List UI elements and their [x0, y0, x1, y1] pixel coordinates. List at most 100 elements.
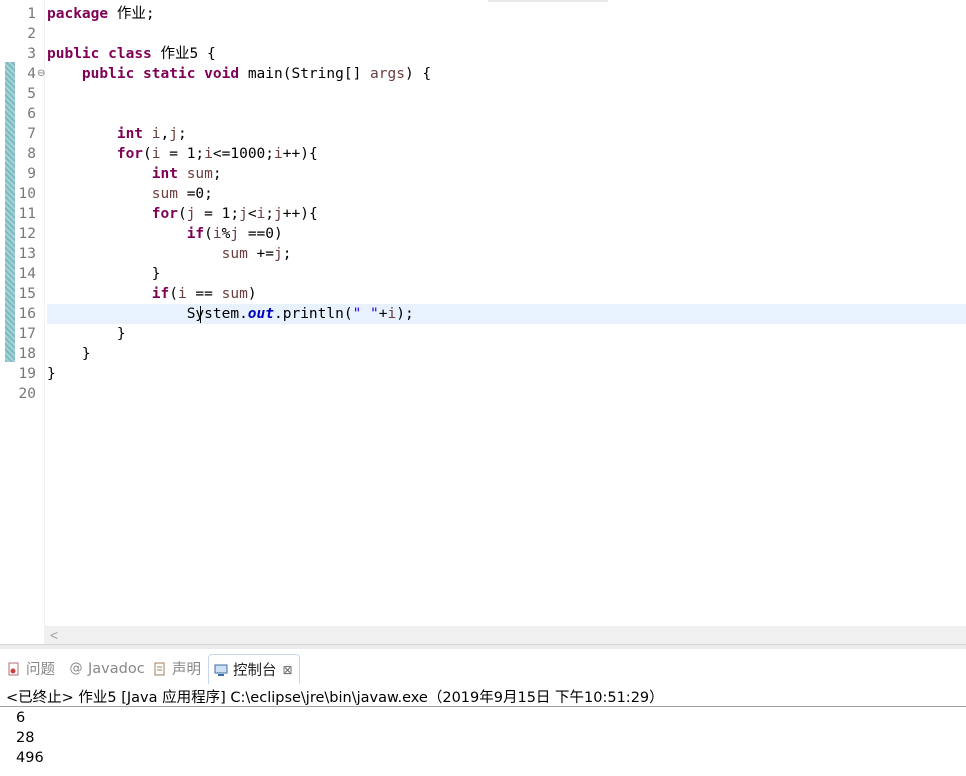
code-line[interactable]: 7 int i,j;	[0, 124, 966, 144]
code-line[interactable]: 18 }	[0, 344, 966, 364]
console-output[interactable]: 6 28 496	[16, 708, 956, 768]
code-line[interactable]: 9 int sum;	[0, 164, 966, 184]
code-token: }	[47, 326, 126, 342]
code-text[interactable]: int i,j;	[47, 125, 187, 143]
code-token: ,	[160, 126, 170, 142]
code-text[interactable]: package 作业;	[47, 5, 155, 23]
code-line[interactable]: 11 for(j = 1;j<i;j++){	[0, 204, 966, 224]
code-line[interactable]: 15 if(i == sum)	[0, 284, 966, 304]
code-token: ++){	[282, 206, 318, 222]
code-token: ;	[265, 206, 275, 222]
code-text[interactable]: sum +=j;	[47, 245, 292, 263]
code-text[interactable]: sum =0;	[47, 185, 213, 203]
declaration-icon	[152, 661, 168, 677]
console-icon	[213, 662, 229, 678]
line-number: 11	[18, 206, 36, 222]
code-text[interactable]: System.out.println(" "+i);	[47, 305, 414, 323]
line-number: 17	[18, 326, 36, 342]
variable-token: i	[151, 146, 161, 162]
code-line[interactable]: 12 if(i%j ==0)	[0, 224, 966, 244]
code-token: +=	[247, 246, 275, 262]
code-line[interactable]: 3 public class 作业5 {	[0, 44, 966, 64]
console-status-header: <已终止> 作业5 [Java 应用程序] C:\eclipse\jre\bin…	[0, 684, 966, 706]
code-token: );	[396, 306, 414, 322]
tab-console-label: 控制台	[233, 663, 277, 679]
code-line[interactable]: 17 }	[0, 324, 966, 344]
code-line[interactable]: 13 sum +=j;	[0, 244, 966, 264]
code-text[interactable]: for(i = 1;i<=1000;i++){	[47, 145, 318, 163]
code-text[interactable]: }	[47, 265, 161, 283]
code-token: (	[204, 226, 213, 242]
tab-console[interactable]: 控制台 ⊠	[208, 654, 300, 684]
console-divider	[0, 706, 966, 707]
console-output-line: 28	[16, 730, 35, 746]
line-number: 1	[27, 6, 36, 22]
code-token: 作业	[116, 6, 146, 22]
code-line[interactable]: 14 }	[0, 264, 966, 284]
code-line[interactable]: 16 System.out.println(" "+i);	[19, 304, 966, 324]
tab-javadoc-label: Javadoc	[88, 660, 145, 677]
field-token: out	[247, 306, 274, 322]
code-line[interactable]: 2	[0, 24, 966, 44]
variable-token: i	[256, 206, 266, 222]
keyword-token: int	[116, 126, 144, 142]
editor-panel-divider[interactable]	[0, 644, 966, 649]
code-line[interactable]: 19}	[0, 364, 966, 384]
keyword-token: for	[151, 206, 178, 222]
code-line[interactable]: 5	[0, 84, 966, 104]
line-number: 6	[27, 106, 36, 122]
code-line[interactable]: 10 sum =0;	[0, 184, 966, 204]
tab-javadoc[interactable]: @ Javadoc	[68, 654, 145, 683]
code-text[interactable]: }	[47, 345, 91, 363]
code-token: =0;	[177, 186, 213, 202]
variable-token: sum	[186, 166, 213, 182]
line-number: 12	[18, 226, 36, 242]
code-editor[interactable]: 1 package 作业; 2 3 public class 作业5 {4 ⊖ publi…	[0, 0, 966, 649]
fold-collapse-icon[interactable]: ⊖	[37, 65, 45, 83]
code-text[interactable]: }	[47, 365, 56, 383]
close-icon[interactable]: ⊠	[283, 663, 293, 677]
code-line[interactable]: 4 ⊖ public static void main(String[] args…	[0, 64, 966, 84]
line-number: 4	[27, 66, 36, 82]
code-text[interactable]: }	[47, 325, 126, 343]
code-line[interactable]: 1 package 作业;	[0, 4, 966, 24]
code-text[interactable]: if(i%j ==0)	[47, 225, 283, 243]
code-token: ;	[177, 126, 187, 142]
console-panel: 问题 @ Javadoc 声明 控制台 ⊠ <已终止> 作业5 [Java 应用…	[0, 652, 966, 776]
at-icon: @	[69, 661, 83, 676]
code-text[interactable]: int sum;	[47, 165, 222, 183]
code-token: ;	[145, 6, 155, 22]
code-text[interactable]: if(i == sum)	[47, 285, 257, 303]
tab-problems[interactable]: 问题	[6, 654, 55, 683]
chevron-left-icon[interactable]: <	[50, 626, 58, 644]
code-token: .println(	[274, 306, 353, 322]
code-text[interactable]: public class 作业5 {	[47, 45, 216, 63]
variable-token: sum	[221, 246, 248, 262]
code-line[interactable]: 20	[0, 384, 966, 404]
panel-tab-bar: 问题 @ Javadoc 声明 控制台 ⊠	[0, 652, 966, 684]
keyword-token: package	[47, 6, 109, 22]
console-output-line: 496	[16, 750, 44, 766]
horizontal-scrollbar[interactable]: <	[44, 626, 966, 644]
code-line[interactable]: 8 for(i = 1;i<=1000;i++){	[0, 144, 966, 164]
code-text[interactable]: for(j = 1;j<i;j++){	[47, 205, 318, 223]
text-caret	[200, 306, 201, 323]
variable-token: sum	[221, 286, 248, 302]
variable-token: j	[274, 246, 283, 262]
keyword-token: class	[108, 46, 152, 62]
tab-declaration[interactable]: 声明	[152, 654, 201, 683]
problems-icon	[6, 661, 22, 677]
code-token: <	[247, 206, 257, 222]
variable-token: j	[274, 206, 283, 222]
code-line[interactable]: 6	[0, 104, 966, 124]
code-text[interactable]: public static void main(String[] args) {	[47, 65, 431, 83]
